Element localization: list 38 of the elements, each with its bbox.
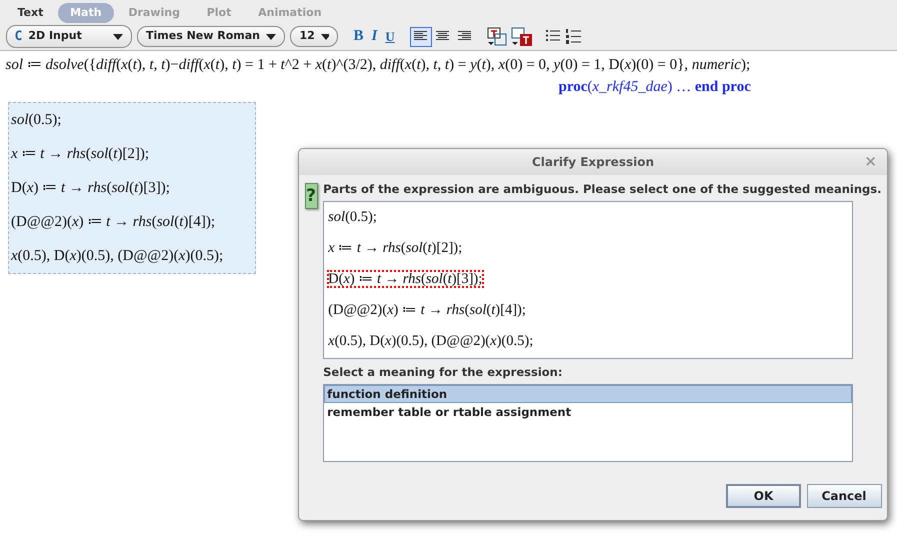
math-line: x(0.5), D(x)(0.5), (D@@2)(x)(0.5); <box>11 246 224 266</box>
expression-item[interactable]: (D@@2)(x) ≔ t → rhs(sol(t)[4]); <box>328 302 526 318</box>
help-icon: ? <box>304 183 318 210</box>
math-input-line: sol ≔ dsolve({diff(x(t), t, t)−diff(x(t), t) = 1 + t^2 + x(t)^(3/2), diff(x(t), t, t) = y(t), x(0) = 0, y(0) = 1, D(x)(0) = 0}, numeric); <box>6 56 752 75</box>
expression-item[interactable]: x ≔ t → rhs(sol(t)[2]); <box>328 240 462 256</box>
align-left-button[interactable] <box>410 26 432 46</box>
text-color-icon[interactable] <box>486 26 509 46</box>
dialog-title: Clarify Expression <box>532 154 654 171</box>
font-dropdown[interactable]: Times New Roman <box>137 26 285 47</box>
meaning-option[interactable]: remember table or rtable assignment <box>324 403 852 421</box>
math-line: D(x) ≔ t → rhs(sol(t)[3]); <box>11 178 171 198</box>
underline-button[interactable]: U <box>381 26 399 46</box>
mode-tab[interactable]: Text <box>6 2 56 23</box>
align-right-icon <box>458 31 472 42</box>
bullet-list-icon[interactable] <box>546 29 560 42</box>
caret-icon <box>112 34 122 40</box>
caret-icon <box>266 34 276 40</box>
numbered-list-icon[interactable] <box>566 29 581 44</box>
expression-item[interactable]: x(0.5), D(x)(0.5), (D@@2)(x)(0.5); <box>328 332 534 348</box>
math-line: sol(0.5); <box>11 110 62 130</box>
size-dropdown[interactable]: 12 <box>290 26 338 47</box>
section-label: Select a meaning for the expression: <box>323 364 564 381</box>
math-line: (D@@2)(x) ≔ t → rhs(sol(t)[4]); <box>11 212 216 232</box>
bold-button[interactable]: B <box>349 25 368 48</box>
caret-icon <box>320 34 330 40</box>
expression-item[interactable]: sol(0.5); <box>328 208 377 224</box>
meaning-option[interactable]: function definition <box>324 385 852 403</box>
italic-button[interactable]: I <box>368 25 382 48</box>
ok-button[interactable]: OK <box>726 484 801 508</box>
mode-icon: C <box>14 26 22 46</box>
cancel-button[interactable]: Cancel <box>806 484 882 508</box>
input-mode-dropdown[interactable]: C 2D Input <box>6 24 132 48</box>
align-center-icon <box>436 31 450 42</box>
align-left-icon <box>414 31 428 42</box>
expression-item[interactable]: D(x) ≔ t → rhs(sol(t)[3]); <box>328 270 484 286</box>
procedure-output: proc(x_rkf45_dae) … end proc <box>558 78 751 98</box>
dialog-message: Parts of the expression are ambiguous. Please select one of the suggested meanings. <box>323 180 882 198</box>
math-line: x ≔ t → rhs(sol(t)[2]); <box>11 144 150 164</box>
